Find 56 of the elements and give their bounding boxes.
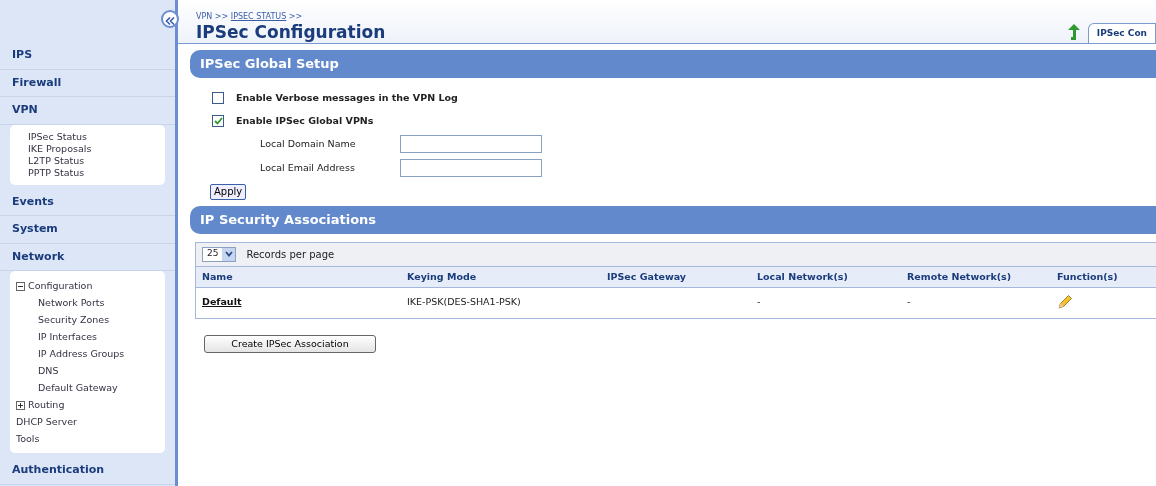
column-header: Keying Mode bbox=[407, 269, 478, 284]
checkbox-label: Enable IPSec Global VPNs bbox=[236, 113, 374, 128]
sidebar-link[interactable]: IP Interfaces bbox=[10, 328, 165, 345]
apply-button[interactable]: Apply bbox=[210, 184, 247, 200]
checkbox[interactable] bbox=[212, 114, 224, 127]
field-label: Local Domain Name bbox=[260, 136, 357, 151]
checkbox[interactable] bbox=[212, 91, 224, 104]
table-cell-text: - bbox=[757, 294, 762, 309]
breadcrumb-text: VPN >> bbox=[196, 12, 229, 21]
column-header: Local Network(s) bbox=[757, 269, 849, 284]
sidebar-link[interactable]: DNS bbox=[10, 362, 165, 379]
text-field[interactable] bbox=[400, 135, 542, 153]
collapse-button[interactable] bbox=[161, 10, 179, 28]
create-button[interactable]: Create IPSec Association bbox=[204, 334, 376, 353]
section-header: IP Security Associations bbox=[190, 206, 1156, 234]
breadcrumb-text: >> bbox=[288, 12, 303, 21]
sidebar-link[interactable]: DHCP Server bbox=[10, 413, 165, 430]
sidebar-link[interactable]: Network Ports bbox=[10, 294, 165, 311]
text-field[interactable] bbox=[400, 159, 542, 177]
page-title: IPSec Configuration bbox=[196, 23, 386, 41]
sidebar-section[interactable]: VPN bbox=[0, 97, 175, 125]
collapse-icon[interactable] bbox=[16, 282, 25, 291]
sidebar-link[interactable]: IKE Proposals bbox=[10, 142, 165, 155]
name-link[interactable]: Default bbox=[202, 295, 242, 307]
records-label: Records per page bbox=[246, 247, 335, 262]
column-header: Name bbox=[202, 269, 234, 284]
breadcrumb-link[interactable]: IPSEC STATUS bbox=[230, 12, 287, 21]
table-cell-text: IKE-PSK(DES-SHA1-PSK) bbox=[407, 294, 522, 309]
checkbox-label: Enable Verbose messages in the VPN Log bbox=[236, 90, 458, 105]
expand-icon[interactable] bbox=[16, 401, 25, 410]
sidebar-link[interactable]: L2TP Status bbox=[10, 154, 165, 167]
sidebar-section[interactable]: Authentication bbox=[0, 457, 175, 485]
up-arrow-icon[interactable] bbox=[1067, 24, 1080, 40]
column-header: Function(s) bbox=[1057, 269, 1119, 284]
sidebar-link[interactable]: Tools bbox=[10, 430, 165, 447]
sidebar-link[interactable]: Security Zones bbox=[10, 311, 165, 328]
sidebar-link[interactable]: IP Address Groups bbox=[10, 345, 165, 362]
sidebar-section[interactable]: Firewall bbox=[0, 69, 175, 97]
records-dropdown[interactable]: 25 bbox=[202, 246, 237, 262]
tab[interactable]: IPSec Con bbox=[1087, 22, 1156, 43]
column-header: IPSec Gateway bbox=[607, 269, 687, 284]
pencil-icon[interactable] bbox=[1057, 293, 1073, 310]
sidebar-link[interactable]: PPTP Status bbox=[10, 166, 165, 179]
sidebar-section[interactable]: System bbox=[0, 216, 175, 244]
section-header: IPSec Global Setup bbox=[190, 50, 1156, 78]
caret-icon bbox=[224, 251, 233, 257]
field-label: Local Email Address bbox=[260, 160, 356, 175]
sidebar-section[interactable]: IPS bbox=[0, 42, 175, 70]
tree-item[interactable]: Routing bbox=[28, 399, 65, 410]
tree-item[interactable]: Configuration bbox=[28, 280, 93, 291]
table-cell-text: - bbox=[907, 294, 912, 309]
sidebar-link[interactable]: IPSec Status bbox=[10, 130, 165, 143]
sidebar-section[interactable]: Events bbox=[0, 188, 175, 216]
sidebar-link[interactable]: Default Gateway bbox=[10, 379, 165, 396]
column-header: Remote Network(s) bbox=[907, 269, 1013, 284]
double-chevron-icon bbox=[165, 16, 175, 25]
